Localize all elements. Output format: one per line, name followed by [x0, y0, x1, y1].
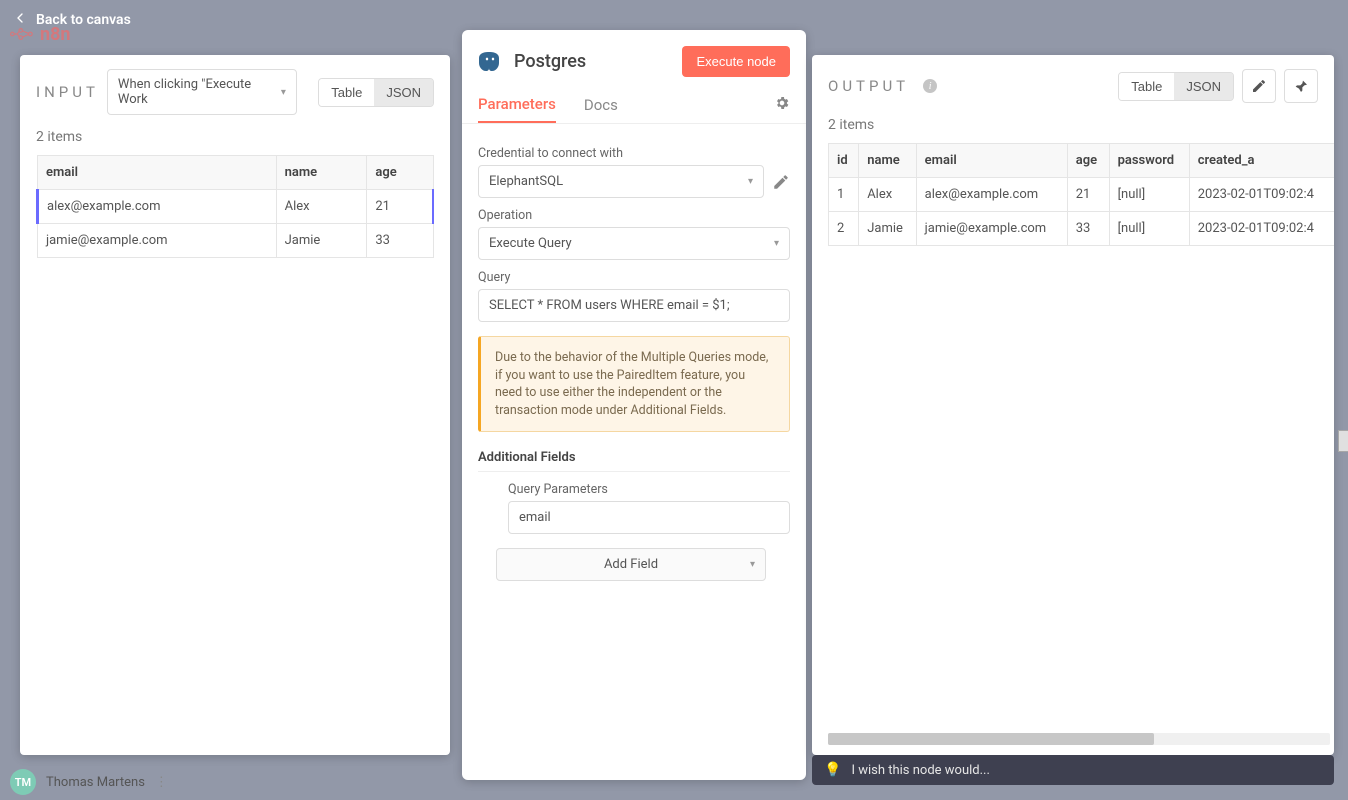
table-row[interactable]: alex@example.com Alex 21 — [38, 190, 434, 224]
add-field-button[interactable]: Add Field ▾ — [496, 548, 766, 581]
output-col-email: email — [916, 144, 1067, 178]
input-col-name: name — [276, 156, 367, 190]
query-params-input[interactable]: email — [508, 501, 790, 534]
gear-icon[interactable] — [774, 95, 790, 115]
credential-select[interactable]: ElephantSQL ▾ — [478, 165, 764, 198]
input-col-age: age — [367, 156, 433, 190]
input-table: email name age alex@example.com Alex 21 … — [36, 155, 434, 258]
app-brand-logo: n8n — [10, 22, 71, 46]
label-credential: Credential to connect with — [478, 146, 790, 161]
cell: Jamie — [859, 212, 916, 246]
output-table: id name email age password created_a 1 A… — [828, 143, 1334, 246]
edit-credential-icon[interactable] — [772, 173, 790, 191]
cell-null: [null] — [1109, 212, 1189, 246]
output-col-id: id — [829, 144, 859, 178]
info-banner: Due to the behavior of the Multiple Quer… — [478, 336, 790, 432]
additional-fields-header: Additional Fields — [478, 450, 790, 472]
cell: 33 — [1067, 212, 1109, 246]
cell: Jamie — [276, 224, 367, 258]
output-title: OUTPUT — [828, 77, 909, 95]
query-params-value: email — [519, 510, 551, 525]
input-items-count: 2 items — [20, 129, 450, 155]
label-query-params: Query Parameters — [508, 482, 790, 497]
cell: 21 — [367, 190, 433, 224]
input-title: INPUT — [36, 83, 99, 101]
scrollbar-thumb[interactable] — [828, 733, 1154, 745]
cell: Alex — [276, 190, 367, 224]
operation-value: Execute Query — [489, 236, 572, 251]
tab-parameters[interactable]: Parameters — [478, 87, 556, 123]
user-name: Thomas Martens — [46, 775, 145, 790]
label-query: Query — [478, 270, 790, 285]
execute-node-button[interactable]: Execute node — [682, 46, 790, 77]
chevron-down-icon: ▾ — [750, 559, 755, 570]
cell: alex@example.com — [916, 178, 1067, 212]
chevron-down-icon: ▾ — [774, 238, 779, 249]
cell: Alex — [859, 178, 916, 212]
query-input[interactable]: SELECT * FROM users WHERE email = $1; — [478, 289, 790, 322]
table-row[interactable]: 2 Jamie jamie@example.com 33 [null] 2023… — [829, 212, 1335, 246]
add-field-label: Add Field — [604, 557, 658, 572]
cell: 21 — [1067, 178, 1109, 212]
pin-output-icon[interactable] — [1284, 69, 1318, 103]
table-row[interactable]: 1 Alex alex@example.com 21 [null] 2023-0… — [829, 178, 1335, 212]
wish-bar[interactable]: 💡 I wish this node would... — [812, 755, 1334, 785]
cell: jamie@example.com — [916, 212, 1067, 246]
edit-output-icon[interactable] — [1242, 69, 1276, 103]
info-icon[interactable]: i — [923, 79, 937, 93]
cell: 2023-02-01T09:02:4 — [1189, 212, 1334, 246]
output-view-json[interactable]: JSON — [1174, 73, 1233, 100]
cell: alex@example.com — [38, 190, 277, 224]
chevron-down-icon: ▾ — [281, 87, 286, 98]
output-items-count: 2 items — [812, 117, 1334, 143]
postgres-icon — [478, 50, 502, 74]
app-brand-text: n8n — [40, 24, 71, 45]
cell: 33 — [367, 224, 433, 258]
input-source-label: When clicking "Execute Work — [118, 77, 275, 107]
output-panel: OUTPUT i Table JSON 2 items id name emai… — [812, 55, 1334, 755]
lightbulb-icon: 💡 — [824, 762, 841, 778]
cell: 2 — [829, 212, 859, 246]
output-col-name: name — [859, 144, 916, 178]
table-row[interactable]: jamie@example.com Jamie 33 — [38, 224, 434, 258]
label-operation: Operation — [478, 208, 790, 223]
credential-value: ElephantSQL — [489, 174, 563, 189]
cell-null: [null] — [1109, 178, 1189, 212]
cell: jamie@example.com — [38, 224, 277, 258]
output-view-toggle: Table JSON — [1118, 72, 1234, 101]
input-panel: INPUT When clicking "Execute Work ▾ Tabl… — [20, 55, 450, 755]
node-config-panel: Postgres Execute node Parameters Docs Cr… — [462, 30, 806, 780]
tab-docs[interactable]: Docs — [584, 88, 618, 122]
right-edge-tab[interactable] — [1338, 430, 1348, 452]
output-col-created: created_a — [1189, 144, 1334, 178]
user-avatar[interactable]: TM — [10, 769, 36, 795]
output-col-password: password — [1109, 144, 1189, 178]
wish-text: I wish this node would... — [851, 763, 989, 778]
operation-select[interactable]: Execute Query ▾ — [478, 227, 790, 260]
cell: 2023-02-01T09:02:4 — [1189, 178, 1334, 212]
query-value: SELECT * FROM users WHERE email = $1; — [489, 298, 730, 313]
input-col-email: email — [38, 156, 277, 190]
user-menu-icon[interactable]: ⋮ — [155, 775, 168, 790]
output-h-scrollbar[interactable] — [828, 733, 1330, 745]
output-col-age: age — [1067, 144, 1109, 178]
output-view-table[interactable]: Table — [1119, 73, 1174, 100]
input-view-toggle: Table JSON — [318, 78, 434, 107]
cell: 1 — [829, 178, 859, 212]
node-title: Postgres — [514, 51, 670, 72]
chevron-down-icon: ▾ — [748, 176, 753, 187]
input-view-table[interactable]: Table — [319, 79, 374, 106]
input-view-json[interactable]: JSON — [374, 79, 433, 106]
input-source-select[interactable]: When clicking "Execute Work ▾ — [107, 69, 297, 115]
